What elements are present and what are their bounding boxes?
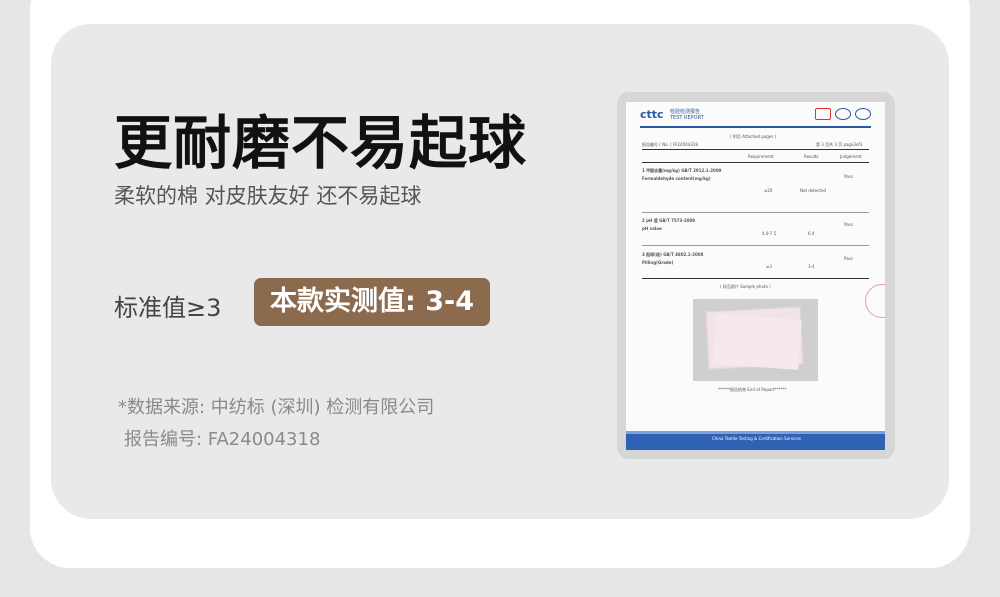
report-no: 报告编号 ( No. ) FA24004318 xyxy=(642,142,698,147)
standard-value-label: 标准值≥3 xyxy=(114,294,222,322)
report-attached-pages: ( 附页 Attached pages ) xyxy=(730,134,777,139)
report-rule xyxy=(642,278,869,279)
report-item-2-req: 4.0-7.5 xyxy=(762,231,777,236)
fabric-sample-image xyxy=(713,314,802,370)
report-item-2-judge: Pass xyxy=(844,222,853,227)
report-item-1-req: ≤20 xyxy=(764,188,773,193)
report-col-requirement: Requirement xyxy=(748,154,774,159)
report-rule xyxy=(642,212,869,213)
cma-mark-icon xyxy=(815,108,831,120)
report-item-2-en: pH value xyxy=(642,226,662,231)
headline: 更耐磨不易起球 xyxy=(114,109,528,177)
report-rule xyxy=(642,245,869,246)
report-item-3-result: 3-4 xyxy=(808,264,815,269)
report-item-1-en: Formaldehyde content(mg/kg) xyxy=(642,176,711,181)
measured-value-badge: 本款实测值: 3-4 xyxy=(254,278,490,326)
report-rule xyxy=(642,149,869,150)
report-footer: China Textile Testing & Certification Se… xyxy=(626,434,885,450)
sample-photo xyxy=(693,299,818,381)
report-page: 第 3 页共 3 页 page3of3 xyxy=(816,142,863,147)
report-item-3-judge: Pass xyxy=(844,256,853,261)
certification-marks xyxy=(815,108,871,120)
report-item-3-en: Pilling(Grade) xyxy=(642,260,674,265)
report-item-1-result: Not detected xyxy=(800,188,827,193)
report-col-results: Results xyxy=(804,154,819,159)
ilac-mark-icon xyxy=(835,108,851,120)
cnas-mark-icon xyxy=(855,108,871,120)
report-item-2: 2 pH 值 GB/T 7573-2009 xyxy=(642,218,696,223)
data-source-note: *数据来源: 中纺标 (深圳) 检测有限公司 xyxy=(118,397,435,418)
report-logo-en: TEST REPORT xyxy=(670,115,704,121)
report-rule xyxy=(642,162,869,163)
report-end-marker: ******报告结束 End of Report****** xyxy=(718,387,787,392)
report-number-note: 报告编号: FA24004318 xyxy=(124,429,321,450)
report-logo-subtitle: 检验检测报告 TEST REPORT xyxy=(670,109,704,121)
test-report-image: cttc 检验检测报告 TEST REPORT ( 附页 Attached pa… xyxy=(626,102,885,450)
report-sample-photo-label: ( 样品照片 Sample photo ) xyxy=(720,284,771,289)
cttc-logo: cttc xyxy=(640,108,664,121)
official-seal-icon xyxy=(865,284,885,318)
report-item-1: 1 甲醛含量(mg/kg) GB/T 2912.1-2009 xyxy=(642,168,722,173)
subheadline: 柔软的棉 对皮肤友好 还不易起球 xyxy=(114,184,422,208)
report-item-2-result: 6.4 xyxy=(808,231,815,236)
report-item-3: 3 起球(级) GB/T 4802.1-2008 xyxy=(642,252,704,257)
report-item-3-req: ≥3 xyxy=(766,264,772,269)
report-col-judgement: Judgement xyxy=(840,154,862,159)
report-item-1-judge: Pass xyxy=(844,174,853,179)
report-footer-org: China Textile Testing & Certification Se… xyxy=(712,436,802,441)
report-header-line xyxy=(640,126,871,128)
